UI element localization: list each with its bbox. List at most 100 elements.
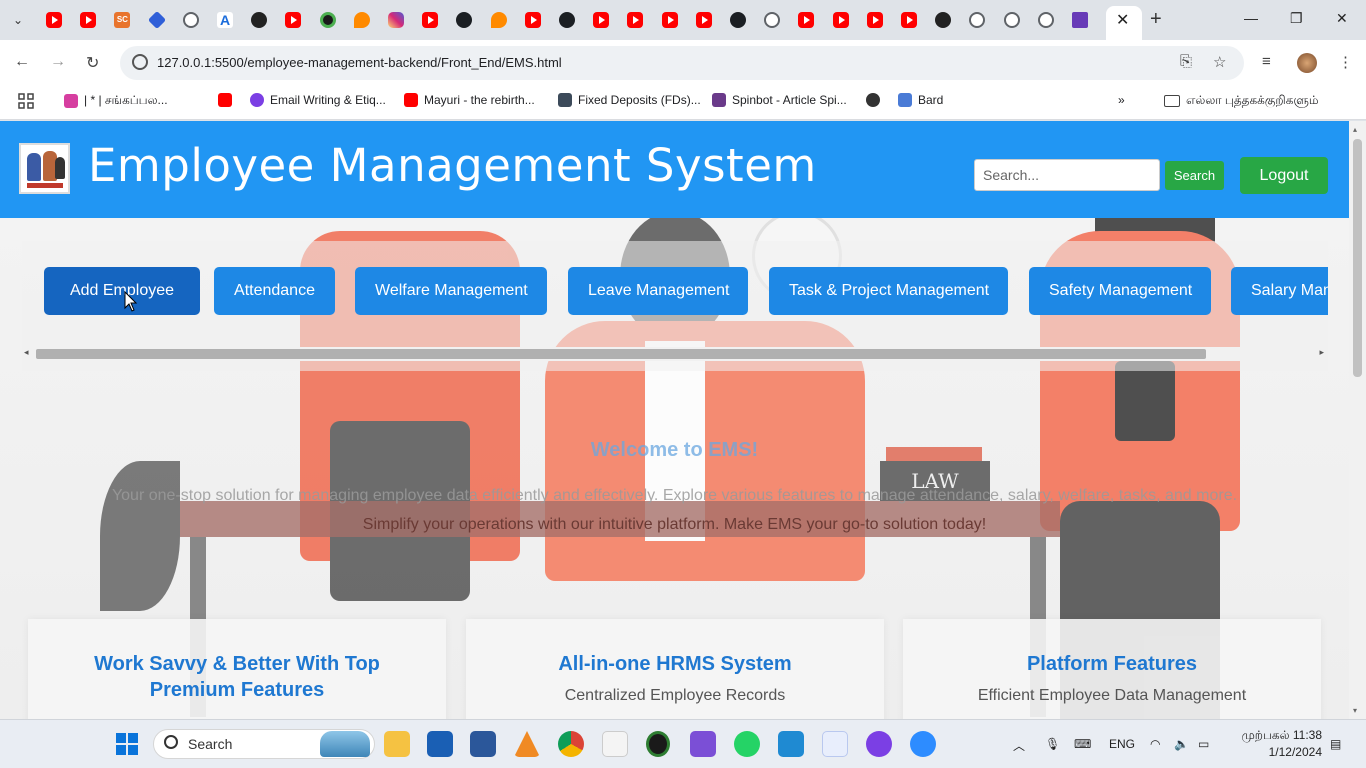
nav-welfare-management[interactable]: Welfare Management	[355, 267, 547, 315]
profile-avatar[interactable]	[1297, 53, 1317, 73]
wifi-icon[interactable]: ◠	[1150, 737, 1160, 751]
bookmark-item[interactable]: Email Writing & Etiq...	[250, 93, 386, 107]
globe-icon[interactable]	[1037, 12, 1054, 28]
youtube-icon[interactable]	[46, 12, 62, 28]
minimize-icon[interactable]: —	[1244, 10, 1258, 26]
restore-icon[interactable]: ❐	[1290, 10, 1303, 27]
app-icon[interactable]	[602, 731, 628, 757]
orange-app-icon[interactable]	[353, 12, 370, 28]
youtube-icon[interactable]	[285, 12, 302, 28]
forward-icon[interactable]: →	[50, 53, 66, 71]
assistant-icon[interactable]	[822, 731, 848, 757]
nav-attendance[interactable]: Attendance	[214, 267, 335, 315]
forms-icon[interactable]	[1072, 12, 1088, 28]
nav-salary-management[interactable]: Salary Management	[1231, 267, 1328, 315]
youtube-icon[interactable]	[422, 12, 439, 28]
page-vertical-scrollbar[interactable]: ▴ ▾	[1349, 121, 1366, 719]
microphone-icon[interactable]: 🎙	[1045, 737, 1060, 751]
dark-app-icon[interactable]	[251, 12, 268, 28]
globe-icon[interactable]	[969, 12, 986, 28]
youtube-icon[interactable]	[695, 12, 712, 28]
youtube-icon[interactable]	[866, 12, 883, 28]
back-icon[interactable]: ←	[14, 53, 30, 71]
youtube-icon[interactable]	[798, 12, 815, 28]
github-desktop-icon[interactable]	[866, 731, 892, 757]
youtube-icon[interactable]	[832, 12, 849, 28]
scroll-left-icon[interactable]: ◂	[24, 347, 29, 358]
bookmark-item[interactable]: Mayuri - the rebirth...	[404, 93, 535, 107]
bookmark-item[interactable]: Spinbot - Article Spi...	[712, 93, 847, 107]
bookmarks-more-icon[interactable]: »	[1118, 93, 1125, 107]
github-icon[interactable]	[559, 12, 575, 28]
scroll-down-icon[interactable]: ▾	[1353, 706, 1357, 715]
window-close-icon[interactable]: ✕	[1336, 10, 1348, 27]
youtube-icon[interactable]	[524, 12, 541, 28]
bookmark-item[interactable]: | * | சங்கப்பல...	[64, 93, 168, 109]
search-button[interactable]: Search	[1165, 161, 1224, 190]
orange-app-icon[interactable]	[490, 12, 507, 28]
site-info-icon[interactable]	[132, 54, 148, 70]
notification-icon[interactable]: ▤	[1330, 737, 1341, 751]
vscode-icon[interactable]	[778, 731, 804, 757]
nav-leave-management[interactable]: Leave Management	[568, 267, 748, 315]
github-icon[interactable]	[456, 12, 473, 28]
tray-overflow-icon[interactable]: ︿	[1013, 737, 1025, 754]
globe-icon[interactable]	[1003, 12, 1020, 28]
volume-icon[interactable]: 🔈	[1174, 737, 1189, 751]
bookmark-item[interactable]	[218, 93, 232, 107]
bookmark-item[interactable]	[866, 93, 880, 107]
tab-search-chevron-icon[interactable]: ⌄	[8, 10, 28, 30]
microsoft-store-icon[interactable]	[427, 731, 453, 757]
bookmark-star-icon[interactable]: ☆	[1213, 53, 1226, 71]
anydesk-icon[interactable]	[646, 731, 670, 757]
all-bookmarks-folder[interactable]: எல்லா புத்தகக்குறிகளும்	[1164, 93, 1319, 109]
windows-start-icon[interactable]	[116, 733, 138, 755]
taskbar-clock-date[interactable]: 1/12/2024	[1228, 745, 1322, 759]
sc-icon[interactable]: SC	[114, 12, 131, 28]
a-app-icon[interactable]: A	[217, 12, 233, 28]
nav-horizontal-scrollbar[interactable]: ◂ ▸	[22, 347, 1328, 361]
blue-app-icon[interactable]	[147, 10, 166, 30]
whatsapp-icon[interactable]	[734, 731, 760, 757]
apps-grid-icon[interactable]	[18, 93, 34, 109]
translate-icon[interactable]: ⎘	[1180, 53, 1192, 70]
reload-icon[interactable]: ↻	[86, 53, 99, 73]
battery-icon[interactable]: ▭	[1198, 737, 1209, 751]
scroll-up-icon[interactable]: ▴	[1353, 125, 1357, 134]
chrome-icon[interactable]	[558, 731, 584, 757]
github-icon[interactable]	[730, 12, 746, 28]
instagram-icon[interactable]	[388, 12, 404, 28]
nav-safety-management[interactable]: Safety Management	[1029, 267, 1211, 315]
search-highlight-icon[interactable]	[320, 731, 370, 757]
file-explorer-icon[interactable]	[384, 731, 410, 757]
menu-kebab-icon[interactable]: ⋮	[1338, 53, 1353, 71]
site-logo[interactable]	[19, 143, 70, 194]
taskbar-clock-time[interactable]: முற்பகல் 11:38	[1228, 728, 1322, 744]
nav-task-project-management[interactable]: Task & Project Management	[769, 267, 1008, 315]
zoom-icon[interactable]	[910, 731, 936, 757]
green-app-icon[interactable]	[319, 12, 336, 28]
language-indicator[interactable]: ENG	[1109, 737, 1135, 751]
globe-icon[interactable]	[182, 12, 199, 28]
media-control-icon[interactable]: ≡	[1262, 53, 1271, 70]
bookmark-item[interactable]: Bard	[898, 93, 943, 107]
dark-app-icon[interactable]	[935, 12, 952, 28]
youtube-icon[interactable]	[661, 12, 678, 28]
globe-icon[interactable]	[764, 12, 781, 28]
youtube-icon[interactable]	[627, 12, 644, 28]
scroll-right-icon[interactable]: ▸	[1319, 347, 1324, 358]
youtube-icon[interactable]	[593, 12, 610, 28]
address-url[interactable]: 127.0.0.1:5500/employee-management-backe…	[157, 55, 562, 70]
youtube-icon[interactable]	[80, 12, 97, 28]
bookmark-item[interactable]: Fixed Deposits (FDs)...	[558, 93, 701, 107]
visual-studio-icon[interactable]	[690, 731, 716, 757]
youtube-icon[interactable]	[901, 12, 917, 28]
nav-add-employee[interactable]: Add Employee	[44, 267, 200, 315]
keyboard-icon[interactable]: ⌨	[1074, 737, 1091, 751]
page-scroll-thumb[interactable]	[1353, 139, 1362, 377]
close-tab-icon[interactable]: ✕	[1116, 10, 1129, 30]
search-input[interactable]	[974, 159, 1160, 191]
logout-button[interactable]: Logout	[1240, 157, 1328, 194]
nav-scroll-thumb[interactable]	[36, 349, 1206, 359]
new-tab-button[interactable]: +	[1150, 8, 1162, 31]
